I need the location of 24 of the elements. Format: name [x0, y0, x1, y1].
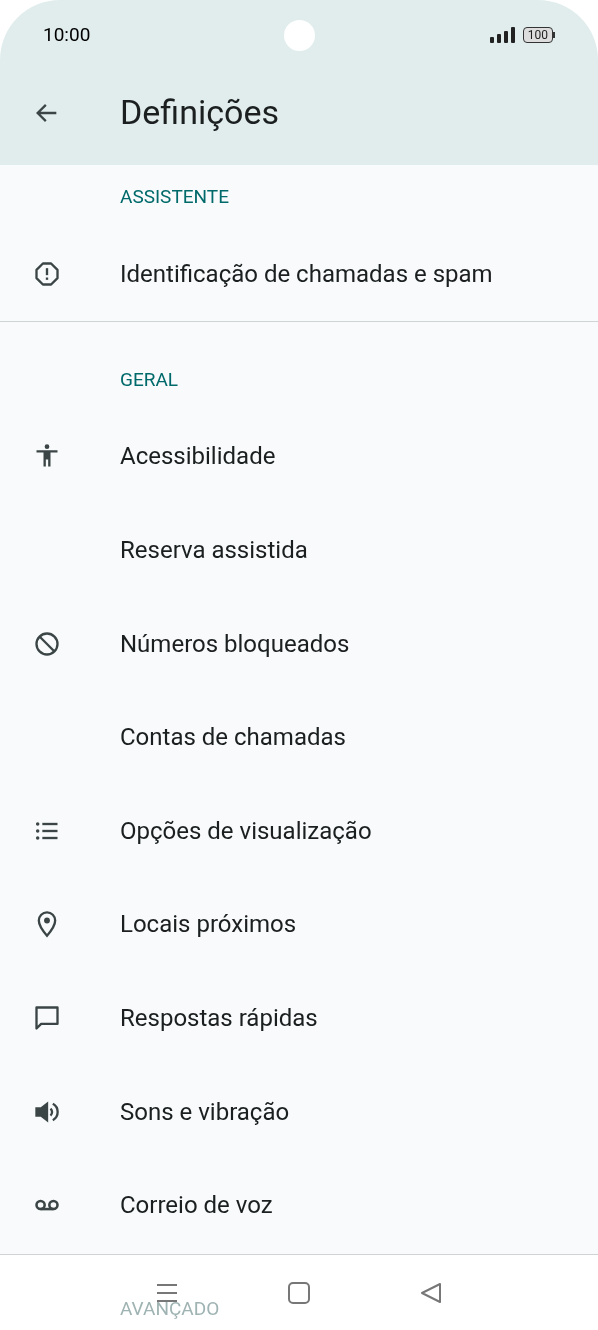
- settings-item[interactable]: Sons e vibração: [0, 1064, 598, 1159]
- status-time: 10:00: [43, 21, 91, 48]
- settings-item[interactable]: Respostas rápidas: [0, 971, 598, 1065]
- home-icon[interactable]: [288, 1281, 310, 1304]
- alert-icon: [33, 259, 61, 288]
- settings-item[interactable]: Contas de chamadas: [0, 690, 598, 784]
- menu-icon[interactable]: [156, 1282, 178, 1303]
- battery-indicator: 100: [522, 27, 555, 43]
- signal-icon: [489, 27, 516, 43]
- settings-item[interactable]: Locais próximos: [0, 877, 598, 972]
- settings-item[interactable]: Correio de voz: [0, 1158, 598, 1252]
- section-header: AVANÇADO: [120, 1296, 220, 1322]
- back-nav-icon[interactable]: [420, 1281, 442, 1304]
- section-header: GERAL: [119, 366, 180, 393]
- settings-item[interactable]: Opções de visualização: [0, 783, 598, 878]
- settings-item[interactable]: Acessibilidade: [0, 409, 598, 504]
- screen-title: Definições: [120, 91, 279, 134]
- settings-item[interactable]: Números bloqueados: [0, 596, 598, 691]
- section-header: ASSISTENTE: [119, 184, 230, 210]
- block-icon: [33, 629, 61, 658]
- camera-cutout: [284, 20, 315, 51]
- message-icon: [33, 1003, 61, 1032]
- settings-item[interactable]: Identificação de chamadas e spam: [0, 227, 598, 321]
- settings-item[interactable]: Reserva assistida: [0, 503, 598, 597]
